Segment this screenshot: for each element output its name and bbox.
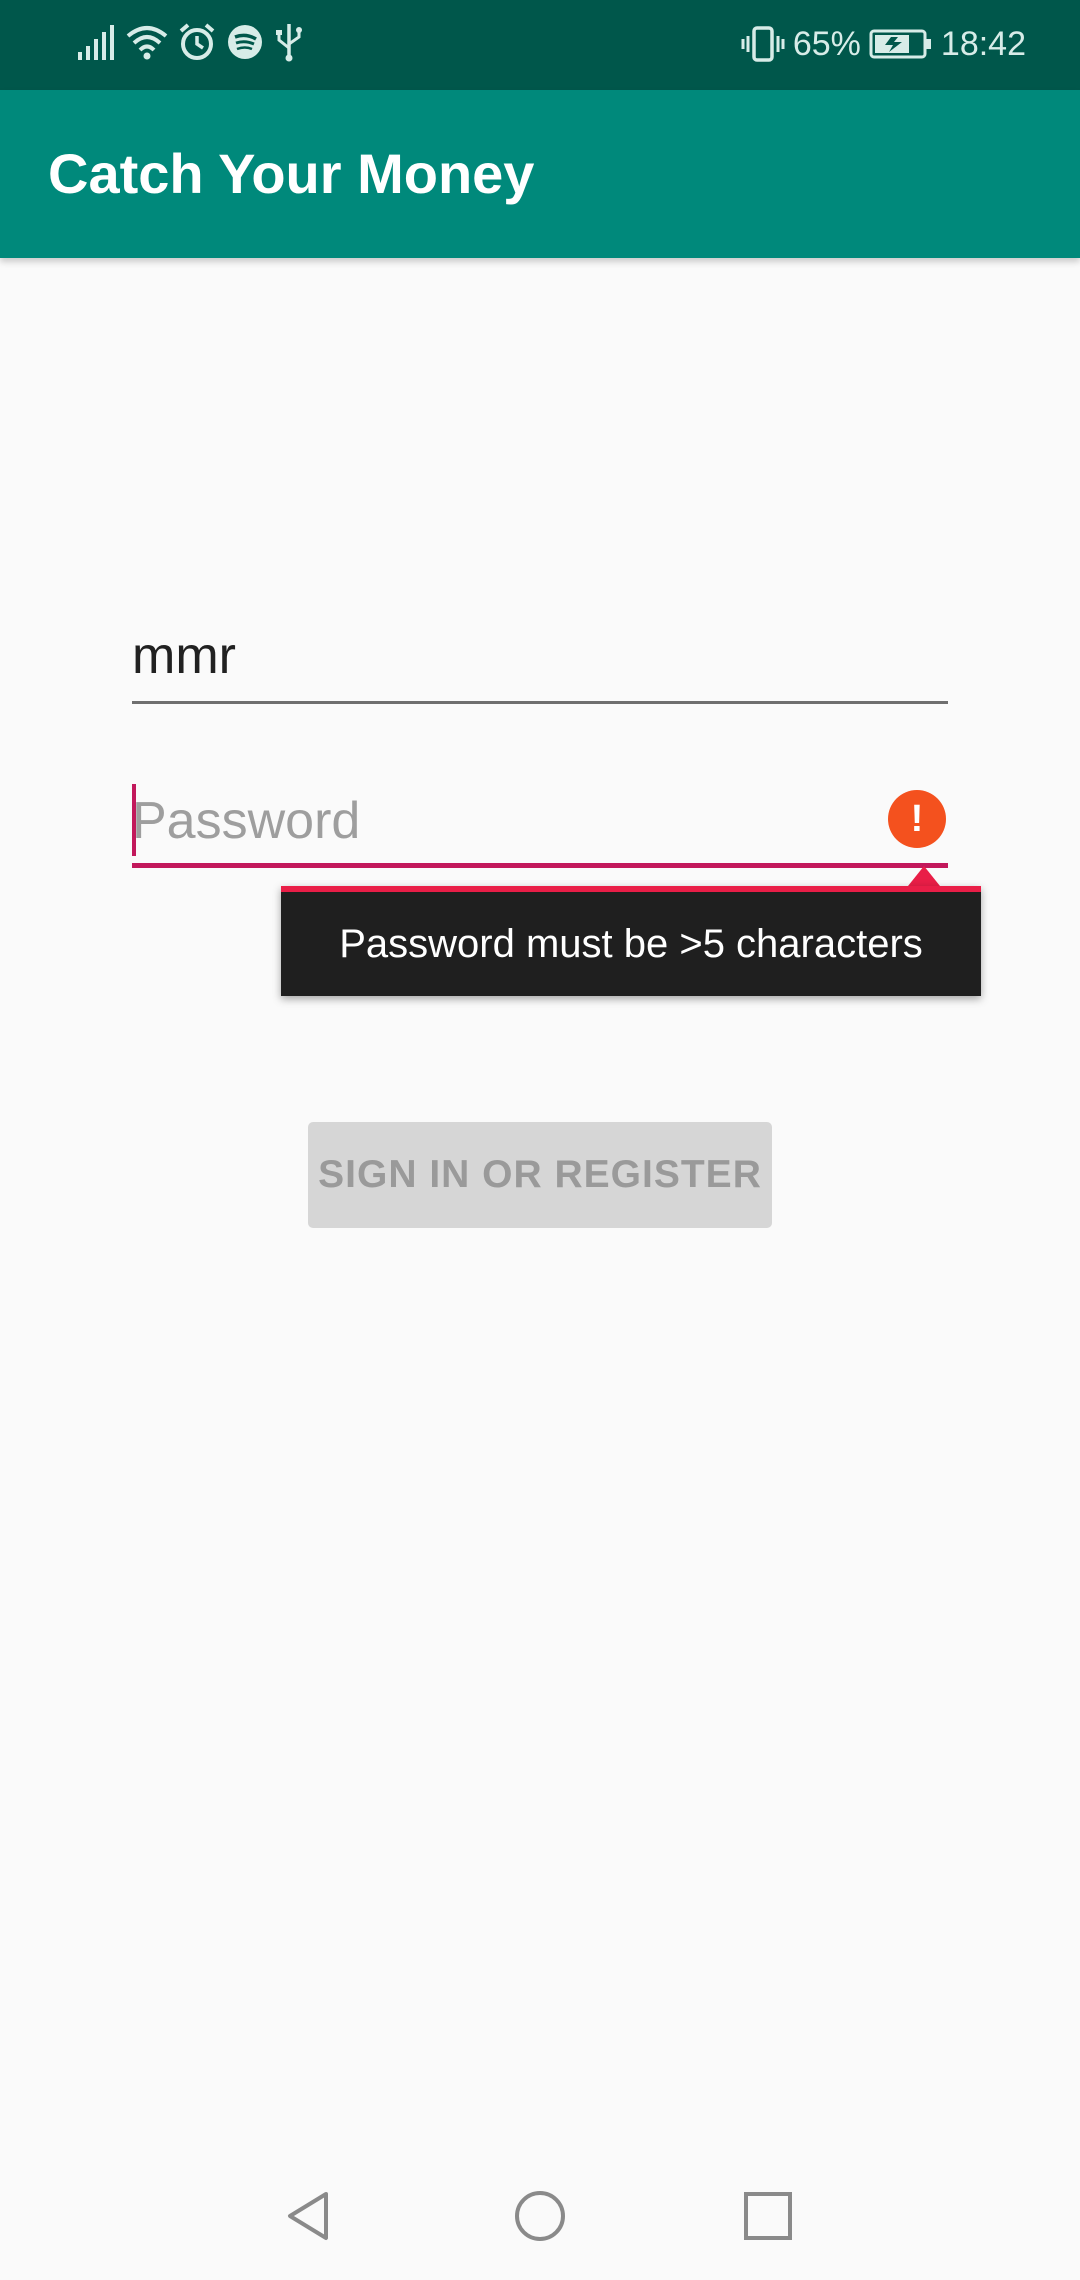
- status-time: 18:42: [940, 25, 1026, 63]
- password-error-popup: Password must be >5 characters: [281, 886, 981, 996]
- wifi-icon: [126, 26, 168, 60]
- status-left-icons: [76, 22, 304, 62]
- password-underline: [132, 863, 948, 868]
- app-title: Catch Your Money: [48, 142, 535, 205]
- username-underline: [132, 701, 948, 704]
- password-field[interactable]: !: [132, 778, 948, 868]
- status-bar: 65% 18:42: [0, 0, 1080, 90]
- status-right-icons: 65% 18:42: [741, 20, 1026, 68]
- spotify-icon: [228, 25, 262, 59]
- sign-in-or-register-button[interactable]: SIGN IN OR REGISTER: [308, 1122, 772, 1228]
- signal-icon: [78, 25, 114, 60]
- home-icon[interactable]: [510, 2186, 570, 2246]
- username-field[interactable]: mmr: [132, 620, 948, 704]
- battery-percent: 65%: [792, 25, 861, 63]
- text-cursor: [132, 784, 136, 856]
- vibrate-icon: [741, 26, 785, 62]
- alarm-icon: [179, 23, 215, 60]
- app-bar: Catch Your Money: [0, 90, 1080, 258]
- battery-charging-icon: [869, 29, 931, 59]
- error-icon[interactable]: !: [888, 790, 946, 848]
- usb-icon: [276, 24, 302, 62]
- error-popup-pointer: [908, 866, 940, 886]
- password-input[interactable]: [132, 788, 852, 854]
- navigation-bar: [0, 2148, 1080, 2280]
- username-value: mmr: [132, 627, 236, 685]
- recents-icon[interactable]: [738, 2186, 798, 2246]
- back-icon[interactable]: [280, 2186, 340, 2246]
